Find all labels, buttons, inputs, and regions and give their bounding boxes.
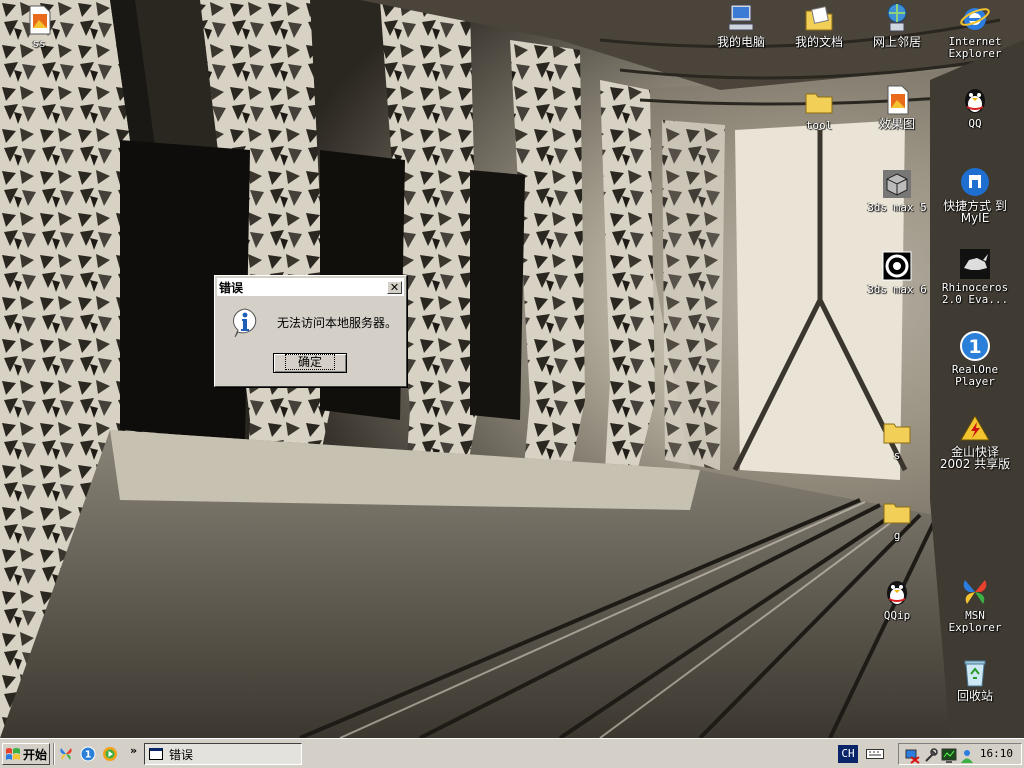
- dialog-titlebar[interactable]: 错误 ✕: [217, 278, 404, 296]
- ok-button-label: 确定: [284, 354, 336, 370]
- recycle-bin-icon: [964, 660, 986, 687]
- language-indicator[interactable]: CH: [838, 745, 858, 763]
- desktop-icon-tool[interactable]: tool: [780, 86, 858, 132]
- desktop-icon-g[interactable]: g: [858, 496, 936, 542]
- desktop-icon-ie[interactable]: Internet Explorer: [936, 2, 1014, 60]
- rhino-icon: [960, 249, 990, 279]
- taskbar-button-error[interactable]: 错误: [144, 743, 302, 765]
- msn-butterfly-icon[interactable]: [58, 746, 74, 762]
- image-file-icon: [887, 85, 909, 115]
- monitor-icon[interactable]: [941, 748, 957, 764]
- realone-icon[interactable]: 1: [80, 746, 96, 762]
- documents-folder-icon: [805, 6, 833, 31]
- windows-logo-icon: [6, 748, 20, 760]
- desktop-icon-3dsmax6[interactable]: 3ds max 6: [858, 250, 936, 296]
- folder-icon: [805, 93, 833, 114]
- svg-text:1: 1: [968, 336, 981, 358]
- internet-explorer-icon: [960, 8, 990, 30]
- 3dsmax6-icon: [882, 251, 912, 281]
- info-icon: [233, 308, 257, 338]
- keyboard-icon[interactable]: [866, 747, 884, 761]
- msn-butterfly-icon: [963, 580, 987, 604]
- desktop-icon-qq[interactable]: QQ: [936, 84, 1014, 130]
- folder-icon: [883, 503, 911, 524]
- taskbar: 开始 1 » 错误 CH 16:10: [0, 738, 1024, 768]
- taskbar-button-label: 错误: [169, 747, 194, 762]
- desktop-icon-my-computer[interactable]: 我的电脑: [702, 2, 780, 48]
- desktop-icon-effect[interactable]: 效果图: [858, 84, 936, 130]
- tool-icon[interactable]: [923, 748, 939, 764]
- qq-penguin-icon: [965, 89, 985, 113]
- desktop-icon-ss[interactable]: ss: [0, 4, 78, 50]
- dialog-close-button[interactable]: ✕: [387, 280, 402, 294]
- realone-icon: 1: [960, 331, 990, 361]
- dialog-title: 错误: [219, 280, 244, 295]
- error-dialog: 错误 ✕ 无法访问本地服务器。 确定: [214, 275, 407, 387]
- desktop-icon-3dsmax5[interactable]: 3ds max 5: [858, 168, 936, 214]
- desktop-icon-s[interactable]: s: [858, 416, 936, 462]
- system-tray: 16:10: [898, 743, 1022, 765]
- desktop-icon-kingsoft[interactable]: 金山快译 2002 共享版: [936, 412, 1014, 470]
- desktop-icon-recycle[interactable]: 回收站: [936, 656, 1014, 702]
- media-player-icon[interactable]: [102, 746, 118, 762]
- taskbar-separator: [53, 743, 55, 765]
- desktop-icon-rhino[interactable]: Rhinoceros 2.0 Eva...: [936, 248, 1014, 306]
- network-icon: [887, 3, 907, 32]
- desktop-icon-myie[interactable]: 快捷方式 到 MyIE: [936, 166, 1014, 224]
- dialog-body: 无法访问本地服务器。: [229, 306, 397, 338]
- 3dsmax-icon: [883, 170, 911, 198]
- network-disconnected-icon[interactable]: [905, 748, 921, 764]
- qq-penguin-icon: [887, 581, 907, 605]
- start-label: 开始: [23, 747, 48, 762]
- network-user-icon[interactable]: [959, 748, 975, 764]
- desktop-icon-msn[interactable]: MSN Explorer: [936, 576, 1014, 634]
- window-icon: [149, 748, 163, 760]
- image-file-icon: [29, 5, 51, 35]
- svg-text:1: 1: [85, 750, 92, 761]
- quicklaunch-chevron[interactable]: »: [130, 744, 137, 757]
- folder-icon: [883, 423, 911, 444]
- desktop-icon-realone[interactable]: 1 RealOne Player: [936, 330, 1014, 388]
- kingsoft-icon: [960, 415, 990, 441]
- start-button[interactable]: 开始: [2, 743, 50, 765]
- desktop-icon-my-documents[interactable]: 我的文档: [780, 2, 858, 48]
- desktop-icon-network[interactable]: 网上邻居: [858, 2, 936, 48]
- myie-icon: [961, 168, 989, 196]
- ok-button[interactable]: 确定: [273, 353, 347, 373]
- desktop-icon-qqip[interactable]: QQip: [858, 576, 936, 622]
- dialog-message: 无法访问本地服务器。: [277, 315, 398, 330]
- computer-icon: [728, 4, 754, 31]
- clock[interactable]: 16:10: [980, 747, 1013, 760]
